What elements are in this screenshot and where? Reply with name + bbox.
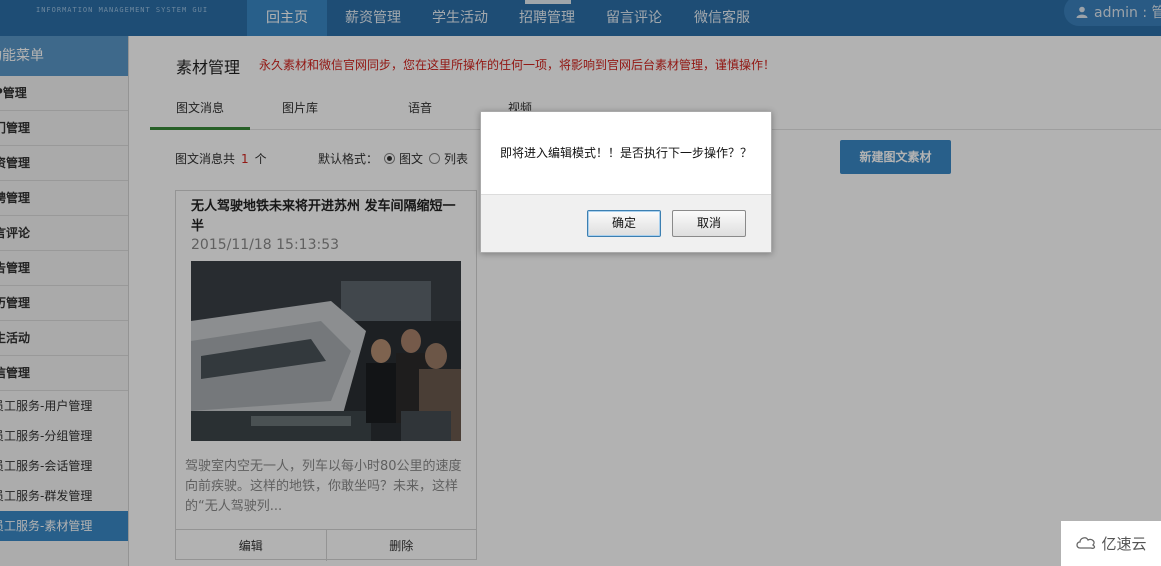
watermark: 亿速云 [1061,521,1161,566]
cancel-button[interactable]: 取消 [672,210,746,237]
dialog-footer: 确定 取消 [481,194,771,252]
watermark-text: 亿速云 [1101,535,1147,553]
modal-overlay [0,0,1161,566]
dialog-message: 即将进入编辑模式！！是否执行下一步操作？？ [499,146,752,160]
confirm-button[interactable]: 确定 [587,210,661,237]
confirm-dialog: 即将进入编辑模式！！是否执行下一步操作？？ 确定 取消 [480,111,772,253]
cloud-logo-icon [1075,535,1097,553]
